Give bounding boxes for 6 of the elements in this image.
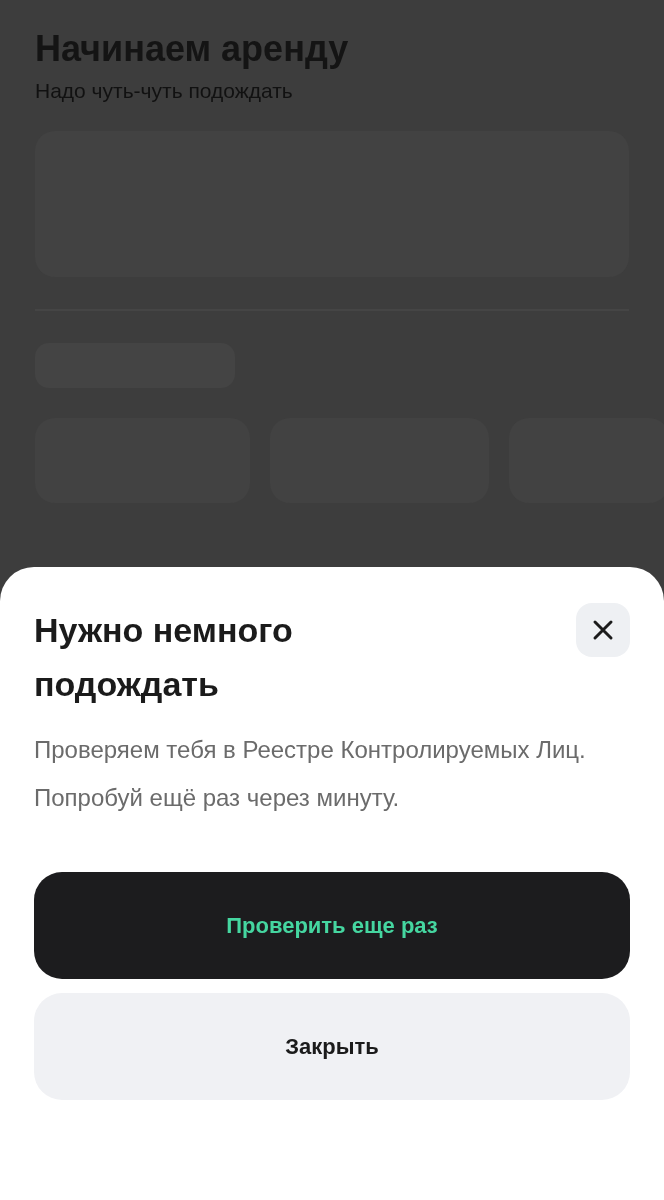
close-button[interactable]: [576, 603, 630, 657]
sheet-message: Проверяем тебя в Реестре Контролируемых Лиц. Попробуй ещё раз через минуту.: [34, 734, 587, 813]
retry-button[interactable]: Проверить еще раз: [34, 871, 630, 979]
close-icon: [592, 619, 614, 641]
sheet-title: Нужно немного подождать: [34, 610, 294, 706]
close-text-button[interactable]: Закрыть: [34, 992, 630, 1100]
